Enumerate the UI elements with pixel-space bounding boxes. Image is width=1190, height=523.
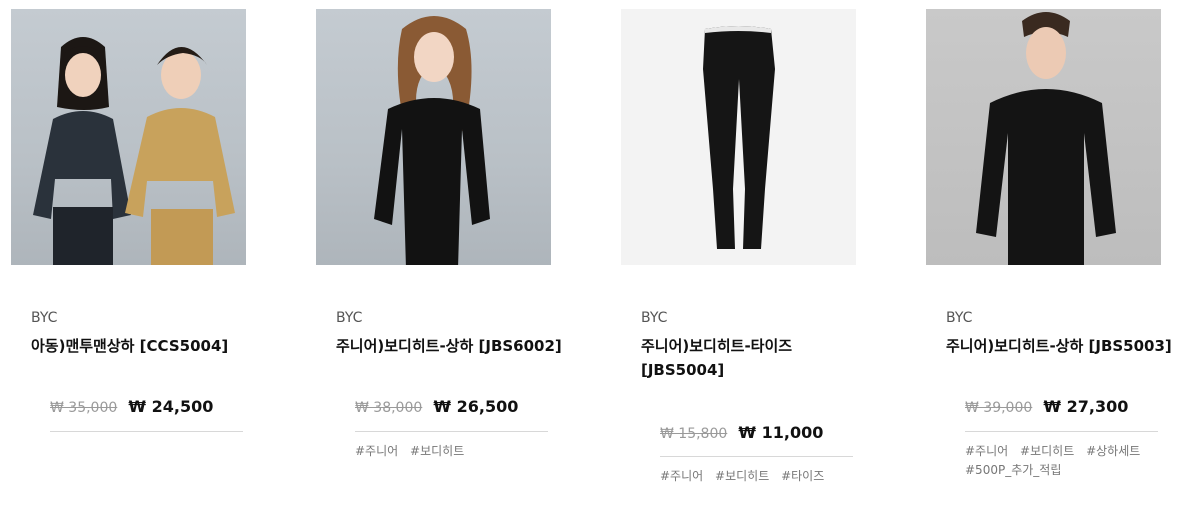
brand-label: BYC [946, 310, 973, 326]
tag-link[interactable]: #보디히트 [410, 442, 464, 461]
sale-price: ₩ 27,300 [1043, 397, 1129, 416]
sale-price: ₩ 11,000 [738, 423, 824, 442]
divider [660, 456, 853, 457]
original-price: ₩ 15,800 [660, 426, 728, 442]
product-image[interactable] [621, 9, 856, 265]
original-price: ₩ 35,000 [50, 400, 118, 416]
price-row: ₩ 35,000 ₩ 24,500 [50, 397, 213, 416]
tag-link[interactable]: #보디히트 [715, 467, 769, 486]
brand-label: BYC [31, 310, 58, 326]
divider [50, 431, 243, 432]
tag-link[interactable]: #상하세트 [1086, 442, 1140, 461]
divider [965, 431, 1158, 432]
price-row: ₩ 15,800 ₩ 11,000 [660, 423, 823, 442]
tag-list: #주니어 #보디히트 #상하세트 #500P_추가_적립 [965, 442, 1165, 480]
brand-label: BYC [641, 310, 668, 326]
kids-sweatshirt-set-photo [33, 37, 235, 265]
price-row: ₩ 38,000 ₩ 26,500 [355, 397, 518, 416]
tag-list: #주니어 #보디히트 [355, 442, 555, 461]
tag-link[interactable]: #타이즈 [781, 467, 824, 486]
man-bodyheat-top-photo [976, 12, 1116, 265]
tag-link[interactable]: #주니어 [660, 467, 703, 486]
original-price: ₩ 39,000 [965, 400, 1033, 416]
product-name[interactable]: 주니어)보디히트-상하 [JBS6002] [336, 334, 568, 358]
product-name[interactable]: 주니어)보디히트-타이즈 [JBS5004] [641, 334, 873, 382]
price-row: ₩ 39,000 ₩ 27,300 [965, 397, 1128, 416]
product-card[interactable]: BYC 주니어)보디히트-상하 [JBS6002] ₩ 38,000 ₩ 26,… [316, 0, 606, 523]
product-name[interactable]: 주니어)보디히트-상하 [JBS5003] [946, 334, 1178, 358]
woman-bodyheat-set-photo [374, 16, 490, 265]
product-card[interactable]: BYC 아동)맨투맨상하 [CCS5004] ₩ 35,000 ₩ 24,500 [11, 0, 301, 523]
tag-list: #주니어 #보디히트 #타이즈 [660, 467, 860, 486]
divider [355, 431, 548, 432]
tights-photo [703, 26, 775, 249]
tag-link[interactable]: #보디히트 [1020, 442, 1074, 461]
product-name[interactable]: 아동)맨투맨상하 [CCS5004] [31, 334, 263, 358]
tag-link[interactable]: #주니어 [965, 442, 1008, 461]
brand-label: BYC [336, 310, 363, 326]
original-price: ₩ 38,000 [355, 400, 423, 416]
tag-link[interactable]: #주니어 [355, 442, 398, 461]
tag-link[interactable]: #500P_추가_적립 [965, 461, 1061, 480]
product-card[interactable]: BYC 주니어)보디히트-상하 [JBS5003] ₩ 39,000 ₩ 27,… [926, 0, 1190, 523]
sale-price: ₩ 24,500 [128, 397, 214, 416]
sale-price: ₩ 26,500 [433, 397, 519, 416]
product-card[interactable]: BYC 주니어)보디히트-타이즈 [JBS5004] ₩ 15,800 ₩ 11… [621, 0, 911, 523]
product-image[interactable] [11, 9, 246, 265]
product-image[interactable] [926, 9, 1161, 265]
product-image[interactable] [316, 9, 551, 265]
